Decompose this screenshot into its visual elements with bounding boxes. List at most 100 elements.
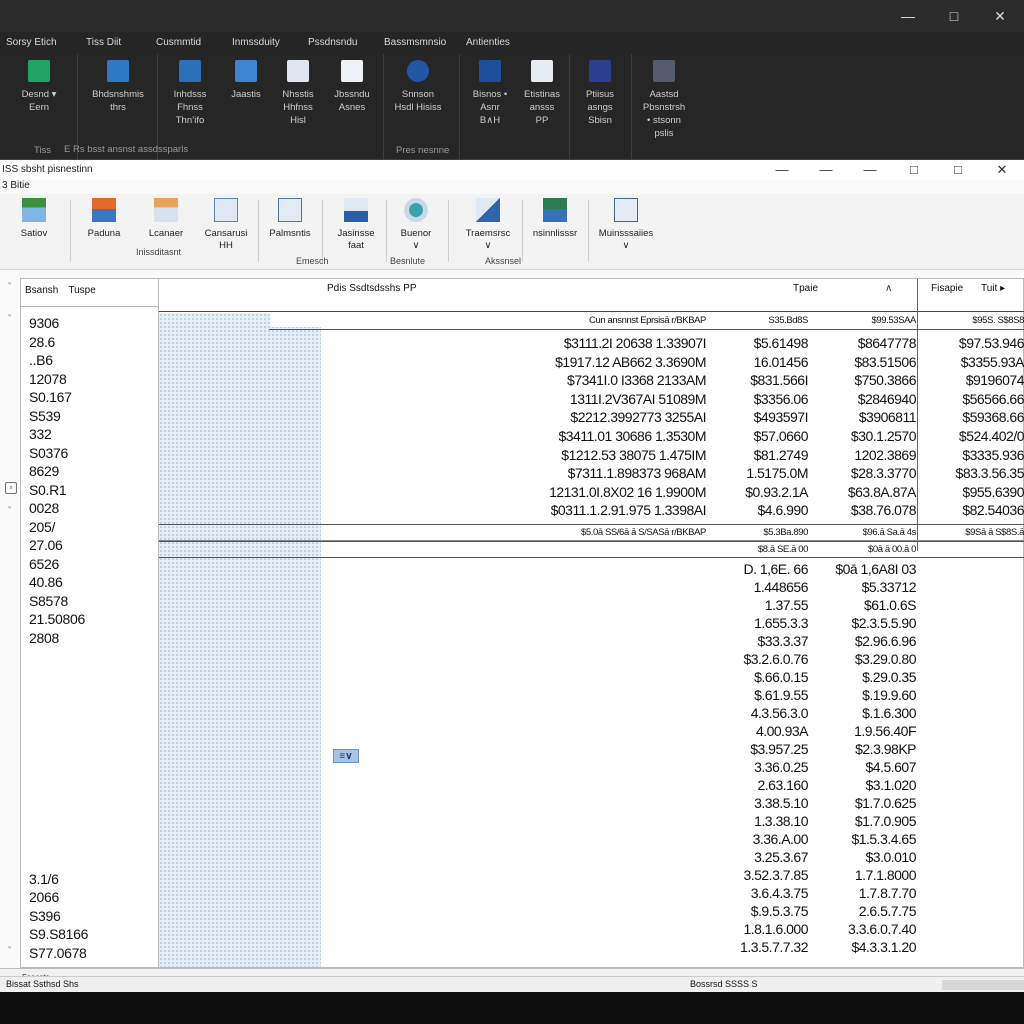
minimize-button[interactable]: —: [900, 8, 916, 25]
left-row[interactable]: ..B6: [29, 352, 158, 371]
table-cell[interactable]: $0ā 1,6A8I 03: [811, 561, 916, 577]
table-cell[interactable]: $81.2749: [719, 447, 809, 463]
table-cell[interactable]: $1.5.3.4.65: [811, 831, 916, 847]
table-cell[interactable]: $97.53.946: [921, 335, 1024, 351]
table-cell[interactable]: $.9.5.3.75: [719, 903, 809, 919]
table-cell[interactable]: 3.6.4.3.75: [719, 885, 809, 901]
table-cell[interactable]: $3.957.25: [719, 741, 808, 757]
table-cell[interactable]: 3.38.5.10: [719, 795, 808, 811]
table-cell[interactable]: 2.63.160: [719, 777, 809, 793]
table-cell[interactable]: $28.3.3770: [811, 465, 917, 481]
table-cell[interactable]: $.66.0.15: [719, 669, 808, 685]
table-cell[interactable]: $3.1.020: [811, 777, 917, 793]
collapse-toggle[interactable]: ▫: [5, 482, 17, 494]
zoom-slider[interactable]: [942, 980, 1024, 990]
left-row[interactable]: 27.06: [29, 537, 158, 556]
left-row[interactable]: S0.R1: [29, 482, 158, 501]
left-row[interactable]: 2808: [29, 630, 158, 649]
outer-button-10[interactable]: Ptiisus asngs Sbisn: [570, 60, 630, 127]
table-cell[interactable]: $4.6.990: [719, 502, 809, 518]
table-cell[interactable]: $.61.9.55: [719, 687, 808, 703]
inner-close-button[interactable]: ✕: [980, 160, 1024, 180]
table-cell[interactable]: 3.52.3.7.85: [719, 867, 808, 883]
table-cell[interactable]: $82.54036: [921, 502, 1024, 518]
left-row[interactable]: 0028: [29, 500, 158, 519]
outer-button-7[interactable]: Snnson Hsdl Hisiss: [388, 60, 448, 114]
table-cell[interactable]: 1202.3869: [811, 447, 916, 463]
table-cell[interactable]: $2.96.6.96: [811, 633, 917, 649]
table-cell[interactable]: $8647778: [811, 335, 917, 351]
header-total[interactable]: Tuit ▸: [981, 283, 1005, 294]
sort-ascending-icon[interactable]: ∧: [885, 283, 892, 294]
table-cell[interactable]: 1.5175.0M: [719, 465, 808, 481]
table-cell[interactable]: 3.25.3.67: [719, 849, 808, 865]
table-cell[interactable]: $2.3.5.5.90: [811, 615, 916, 631]
inner-button-9[interactable]: nsinnlisssr: [523, 198, 587, 240]
table-cell[interactable]: $3.29.0.80: [811, 651, 917, 667]
table-cell[interactable]: 1.448656: [719, 579, 809, 595]
header-description[interactable]: Pdis Ssdtsdsshs PP: [327, 283, 416, 294]
table-cell[interactable]: 1.9.56.40F: [811, 723, 916, 739]
table-cell[interactable]: $2846940: [811, 391, 917, 407]
header-type[interactable]: Tpaie: [793, 283, 818, 294]
tab-formulas[interactable]: Inmssduity: [232, 32, 308, 54]
left-row[interactable]: S9.S8166: [29, 926, 88, 945]
inner-button-3[interactable]: Lcanaer: [134, 198, 198, 240]
inner-button-10[interactable]: Muinsssaiies ∨: [590, 198, 662, 252]
table-cell[interactable]: 4.3.56.3.0: [719, 705, 809, 721]
table-cell[interactable]: $5.61498: [719, 335, 809, 351]
table-cell[interactable]: $3411.01 30686 1.3530M: [459, 428, 706, 444]
table-cell[interactable]: 4.00.93A: [719, 723, 809, 739]
inner-minimize-button[interactable]: —: [760, 160, 804, 180]
table-cell[interactable]: 1311I.2V367AI 51089M: [459, 391, 707, 407]
left-row[interactable]: 6526: [29, 556, 158, 575]
left-row[interactable]: 3.1/6: [29, 871, 88, 890]
table-cell[interactable]: 1.7.1.8000: [811, 867, 917, 883]
table-cell[interactable]: $1.7.0.625: [811, 795, 917, 811]
table-cell[interactable]: 1.7.8.7.70: [811, 885, 917, 901]
table-cell[interactable]: 2.6.5.7.75: [811, 903, 917, 919]
table-cell[interactable]: $3355.93A: [921, 354, 1024, 370]
inner-button-6[interactable]: Jasinsse faat: [324, 198, 388, 252]
table-cell[interactable]: $83.3.56.35: [921, 465, 1024, 481]
inner-button-4[interactable]: Cansarusi HH: [194, 198, 258, 252]
table-cell[interactable]: $59368.66: [921, 409, 1024, 425]
inner-menu-label[interactable]: 3 Bitie: [2, 180, 30, 191]
left-row[interactable]: 21.50806: [29, 611, 158, 630]
table-cell[interactable]: 12131.0I.8X02 16 1.9900M: [459, 484, 706, 500]
table-cell[interactable]: $.29.0.35: [811, 669, 916, 685]
inner-minimize-button-2[interactable]: —: [804, 160, 848, 180]
inner-maximize-button[interactable]: □: [892, 160, 936, 180]
tab-insert[interactable]: Tiss Diit: [86, 32, 156, 54]
left-row[interactable]: S0376: [29, 445, 158, 464]
tab-data[interactable]: Pssdnsndu: [308, 32, 384, 54]
left-row[interactable]: 40.86: [29, 574, 158, 593]
table-cell[interactable]: $.1.6.300: [811, 705, 916, 721]
left-header-type[interactable]: Tuspe: [68, 285, 95, 306]
table-cell[interactable]: $750.3866: [811, 372, 916, 388]
table-cell[interactable]: 1.3.5.7.7.32: [719, 939, 808, 955]
table-cell[interactable]: $0311.1.2.91.975 1.3398AI: [459, 502, 707, 518]
outer-button-9[interactable]: Etistinas ansss PP: [512, 60, 572, 127]
left-row[interactable]: 205/: [29, 519, 158, 538]
table-cell[interactable]: 1.3.38.10: [719, 813, 808, 829]
table-cell[interactable]: $524.402/0: [921, 428, 1024, 444]
table-cell[interactable]: $3.2.6.0.76: [719, 651, 808, 667]
table-cell[interactable]: $3356.06: [719, 391, 809, 407]
table-cell[interactable]: $4.3.3.1.20: [811, 939, 916, 955]
tab-home[interactable]: Sorsy Etich: [6, 32, 86, 54]
table-cell[interactable]: $83.51506: [811, 354, 916, 370]
table-cell[interactable]: 1.8.1.6.000: [719, 921, 808, 937]
outer-button-1[interactable]: Desnd ▾ Eern: [9, 60, 69, 114]
table-cell[interactable]: $56566.66: [921, 391, 1024, 407]
table-cell[interactable]: $38.76.078: [811, 502, 917, 518]
table-cell[interactable]: $7341I.0 I3368 2133AM: [459, 372, 706, 388]
table-cell[interactable]: $30.1.2570: [811, 428, 917, 444]
left-header-branch[interactable]: Bsansh: [25, 285, 58, 306]
table-cell[interactable]: $5.33712: [811, 579, 917, 595]
outer-button-5[interactable]: Nhsstis Hhfnss Hisl: [268, 60, 328, 127]
table-cell[interactable]: $493597I: [719, 409, 809, 425]
table-cell[interactable]: $2.3.98KP: [811, 741, 916, 757]
selection-marker-icon[interactable]: ≡∨: [333, 749, 359, 763]
table-cell[interactable]: 1.37.55: [719, 597, 809, 613]
